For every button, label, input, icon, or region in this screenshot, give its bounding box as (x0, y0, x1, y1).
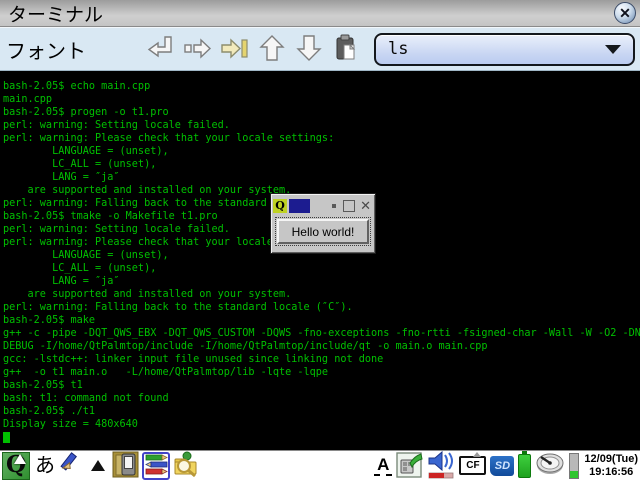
terminal-line: gcc: -lstdc++: linker input file unused … (3, 354, 384, 365)
cf-eject-icon (473, 452, 482, 457)
terminal-line: bash-2.05$ make (3, 315, 96, 326)
terminal-line: perl: warning: Please check that your lo… (3, 133, 335, 144)
launcher-arrow-icon (14, 453, 26, 464)
qt-logo-icon: Q (273, 198, 287, 213)
taskbar: Q あ A CF SD 12/09(Tue) 19:16:56 (0, 450, 640, 480)
screenshot-applet-button[interactable] (396, 451, 423, 480)
terminal-line: bash: t1: command not found (3, 393, 169, 404)
enter-key-icon (146, 34, 176, 65)
find-documents-tab[interactable] (173, 451, 200, 480)
up-key-button[interactable] (253, 31, 290, 67)
terminal-line: LANG = ″ja″ (3, 276, 120, 287)
terminal-line: bash-2.05$ echo main.cpp (3, 81, 151, 92)
terminal-line: LANGUAGE = (unset), (3, 146, 169, 157)
terminal-line: LANG = ″ja″ (3, 172, 120, 183)
volume-applet-button[interactable] (427, 450, 455, 480)
speaker-icon (427, 450, 455, 480)
input-collapse-button[interactable] (87, 460, 109, 471)
terminal-cursor (3, 432, 10, 443)
zaurus-screen: ターミナル ✕ フォント ls bash-2.05$ echo main.cpp… (0, 0, 640, 480)
taskbar-applets: A CF SD 12/09(Tue) 19:16:56 (374, 450, 638, 480)
window-close-icon[interactable]: ✕ (360, 199, 371, 212)
window-title: ターミナル (8, 4, 104, 26)
font-menu-button[interactable]: フォント (6, 35, 86, 64)
terminal-line: main.cpp (3, 94, 53, 105)
sd-card-applet[interactable]: SD (490, 455, 515, 476)
font-size-label: A (374, 455, 393, 476)
gauge-meter-icon (535, 452, 565, 479)
close-button[interactable]: ✕ (614, 2, 636, 24)
handwriting-input-button[interactable] (60, 451, 84, 480)
terminal-line: DEBUG -I/home/QtPalmtop/include -I/home/… (3, 341, 488, 352)
cpu-meter-applet[interactable] (535, 452, 565, 479)
tab-key-button[interactable] (216, 31, 253, 67)
terminal-line: are supported and installed on your syst… (3, 289, 292, 300)
maximize-icon[interactable] (343, 199, 356, 212)
chevron-down-icon (605, 44, 621, 54)
pda-device-icon (112, 451, 139, 480)
command-combobox[interactable]: ls (374, 32, 635, 66)
hello-world-window: Q ✕ Hello world! (270, 193, 376, 254)
clock-applet[interactable]: 12/09(Tue) 19:16:56 (583, 453, 638, 479)
terminal-line: bash-2.05$ t1 (3, 380, 83, 391)
terminal-line: perl: warning: Setting locale failed. (3, 120, 230, 131)
terminal-line: Display size = 480x640 (3, 419, 138, 430)
paste-button[interactable] (327, 31, 364, 67)
enter-key-button[interactable] (142, 31, 179, 67)
triangle-up-icon (91, 460, 105, 471)
pencil-icon (60, 451, 84, 480)
terminal-line: g++ -o t1 main.o -L/home/QtPalmtop/lib -… (3, 367, 329, 378)
toolbar: フォント ls (0, 27, 640, 71)
minimize-icon[interactable] (332, 203, 337, 208)
magnifier-folder-icon (173, 451, 200, 480)
font-size-applet-button[interactable]: A (374, 455, 393, 476)
hello-window-titlebar[interactable]: Q ✕ (271, 194, 375, 215)
titlebar: ターミナル ✕ (0, 0, 640, 27)
terminal-line: perl: warning: Falling back to the stand… (3, 302, 353, 313)
tab-key-icon (220, 34, 250, 65)
ime-indicator-button[interactable]: あ (33, 452, 57, 480)
down-key-button[interactable] (290, 31, 327, 67)
hello-world-button[interactable]: Hello world! (275, 217, 371, 246)
terminal-line: LC_ALL = (unset), (3, 159, 157, 170)
sd-label: SD (494, 459, 511, 472)
down-arrow-icon (295, 33, 323, 66)
qtopia-launcher-button[interactable]: Q (2, 451, 30, 480)
colored-pencils-icon (144, 452, 168, 479)
space-key-button[interactable] (179, 31, 216, 67)
home-applications-tab[interactable] (112, 451, 139, 480)
hello-window-title-area (289, 198, 310, 213)
memory-gauge-fill (570, 470, 579, 478)
cf-label: CF (466, 460, 480, 471)
battery-icon[interactable] (518, 450, 532, 478)
space-key-icon (183, 34, 213, 65)
clock-time: 19:16:56 (589, 465, 634, 478)
ime-hiragana-label: あ (35, 454, 55, 477)
clock-date: 12/09(Tue) (584, 452, 638, 465)
paste-clipboard-icon (332, 33, 360, 66)
settings-tab-selected[interactable] (142, 451, 170, 480)
terminal-line: g++ -c -pipe -DQT_QWS_EBX -DQT_QWS_CUSTO… (3, 328, 640, 339)
cf-card-applet[interactable]: CF (459, 452, 487, 475)
terminal-line: bash-2.05$ progen -o t1.pro (3, 107, 169, 118)
memory-gauge-icon[interactable] (569, 452, 580, 479)
sync-pen-icon (396, 451, 423, 480)
up-arrow-icon (258, 33, 286, 66)
terminal-line: bash-2.05$ ./t1 (3, 406, 96, 417)
terminal-output[interactable]: bash-2.05$ echo main.cpp main.cpp bash-2… (0, 71, 640, 450)
command-combobox-value: ls (388, 39, 409, 59)
terminal-line: LC_ALL = (unset), (3, 263, 157, 274)
close-icon: ✕ (619, 5, 631, 21)
